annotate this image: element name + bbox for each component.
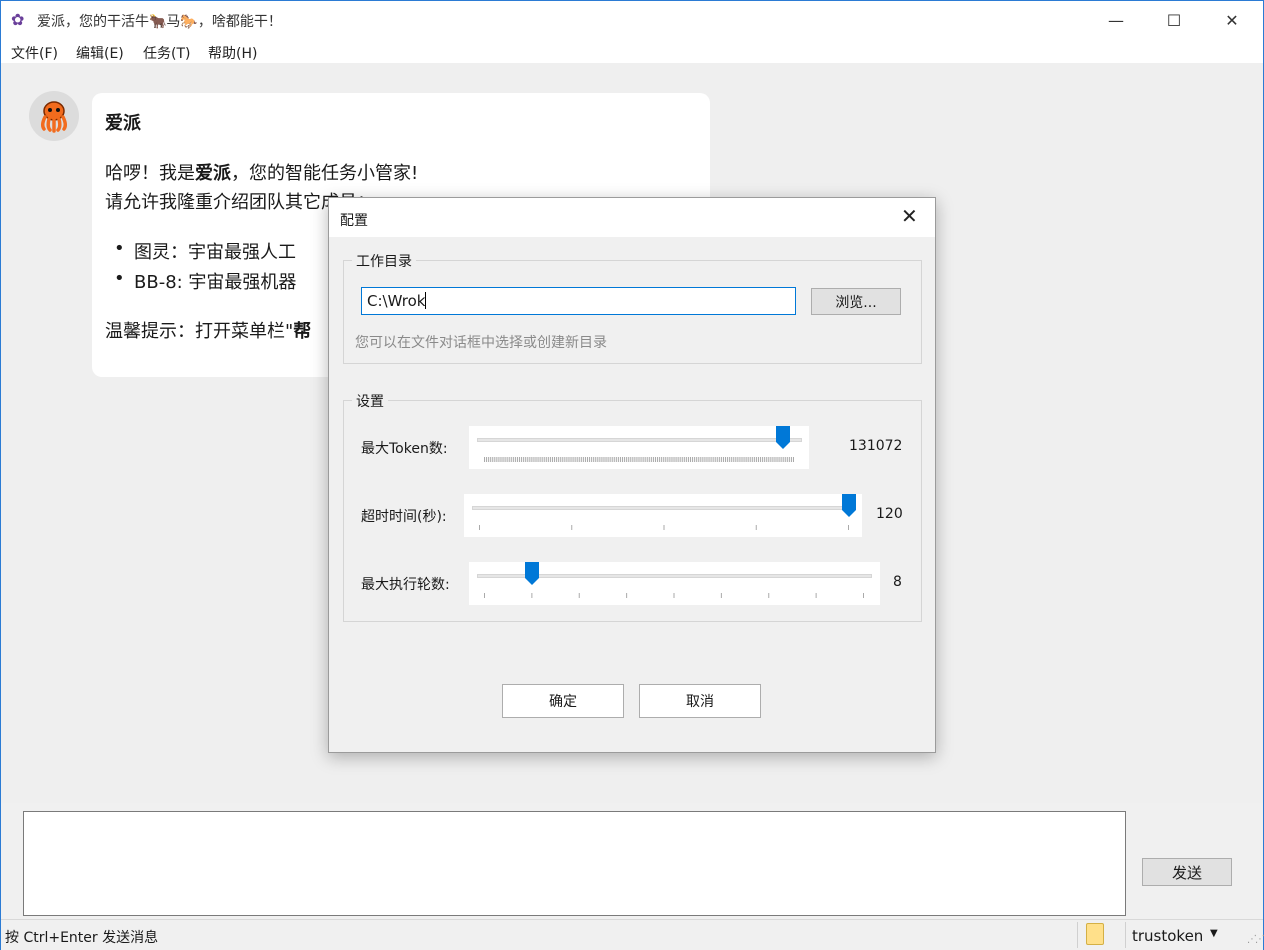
close-icon[interactable]: ✕ bbox=[901, 206, 918, 226]
slider-ticks bbox=[484, 593, 864, 598]
model-selector[interactable]: trustoken bbox=[1132, 927, 1203, 945]
list-item: 图灵：宇宙最强人工 bbox=[114, 238, 296, 264]
max-token-label: 最大Token数: bbox=[361, 441, 448, 457]
max-token-slider[interactable] bbox=[469, 426, 809, 469]
list-item: BB-8: 宇宙最强机器 bbox=[114, 268, 296, 294]
divider bbox=[1077, 922, 1078, 948]
slider-thumb[interactable] bbox=[524, 562, 539, 586]
max-rounds-slider[interactable] bbox=[469, 562, 880, 605]
settings-group-label: 设置 bbox=[352, 391, 388, 411]
close-window-button[interactable]: ✕ bbox=[1203, 1, 1261, 39]
ok-button[interactable]: 确定 bbox=[502, 684, 624, 718]
dialog-title: 配置 bbox=[340, 213, 368, 229]
folder-icon[interactable] bbox=[1086, 923, 1104, 945]
message-input[interactable] bbox=[23, 811, 1126, 916]
message-line-1: 哈啰！我是爱派，您的智能任务小管家! bbox=[105, 163, 419, 184]
browse-button[interactable]: 浏览... bbox=[811, 288, 901, 315]
menu-bar: 文件(F) 编辑(E) 任务(T) 帮助(H) bbox=[1, 39, 1263, 63]
max-token-value: 131072 bbox=[849, 438, 903, 454]
sender-name: 爱派 bbox=[105, 113, 141, 134]
menu-edit[interactable]: 编辑(E) bbox=[76, 43, 124, 63]
slider-ticks bbox=[484, 457, 794, 462]
minimize-button[interactable]: — bbox=[1087, 1, 1145, 39]
menu-file[interactable]: 文件(F) bbox=[11, 43, 58, 63]
timeout-value: 120 bbox=[876, 506, 903, 522]
send-button[interactable]: 发送 bbox=[1142, 858, 1232, 886]
main-window: ✿ 爱派，您的干活牛🐂马🐎，啥都能干！ — ☐ ✕ 文件(F) 编辑(E) 任务… bbox=[0, 0, 1264, 950]
tip-line: 温馨提示：打开菜单栏"帮 bbox=[105, 321, 312, 342]
max-rounds-label: 最大执行轮数: bbox=[361, 577, 450, 593]
resize-grip-icon[interactable]: ⋰⋰ bbox=[1247, 934, 1264, 945]
slider-thumb[interactable] bbox=[842, 494, 856, 518]
window-title: 爱派，您的干活牛🐂马🐎，啥都能干！ bbox=[37, 14, 282, 30]
chevron-down-icon[interactable]: ▼ bbox=[1210, 928, 1218, 939]
workdir-group-label: 工作目录 bbox=[352, 251, 416, 271]
config-dialog: 配置 ✕ 工作目录 C:\Wrok 浏览... 您可以在文件对话框中选择或创建新… bbox=[328, 197, 936, 753]
avatar bbox=[29, 91, 79, 141]
slider-thumb[interactable] bbox=[775, 426, 790, 450]
workdir-input[interactable]: C:\Wrok bbox=[361, 287, 796, 315]
timeout-slider[interactable] bbox=[464, 494, 862, 537]
dialog-title-bar: 配置 ✕ bbox=[329, 198, 935, 237]
cancel-button[interactable]: 取消 bbox=[639, 684, 761, 718]
maximize-button[interactable]: ☐ bbox=[1145, 1, 1203, 39]
divider bbox=[1125, 922, 1126, 948]
timeout-label: 超时时间(秒): bbox=[361, 509, 447, 525]
title-bar: ✿ 爱派，您的干活牛🐂马🐎，啥都能干！ — ☐ ✕ bbox=[1, 1, 1263, 39]
octopus-icon: ✿ bbox=[11, 10, 25, 29]
octopus-icon bbox=[40, 101, 68, 133]
menu-task[interactable]: 任务(T) bbox=[143, 43, 190, 63]
status-bar: 按 Ctrl+Enter 发送消息 trustoken ▼ ⋰⋰ bbox=[1, 919, 1264, 950]
max-rounds-value: 8 bbox=[893, 574, 902, 590]
shortcut-hint: 按 Ctrl+Enter 发送消息 bbox=[5, 930, 159, 946]
workdir-hint: 您可以在文件对话框中选择或创建新目录 bbox=[355, 335, 607, 351]
menu-help[interactable]: 帮助(H) bbox=[208, 43, 257, 63]
slider-ticks bbox=[479, 525, 849, 530]
